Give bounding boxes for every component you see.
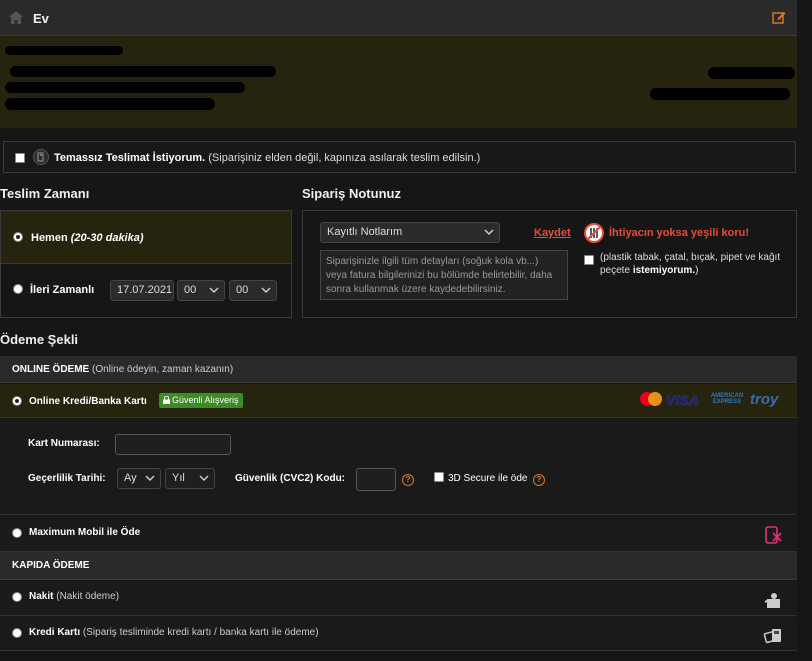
green-option-text: (plastik tabak, çatal, bıçak, pipet ve k… bbox=[600, 251, 790, 277]
online-payment-header: ONLINE ÖDEME (Online ödeyin, zaman kazan… bbox=[0, 356, 797, 383]
no-cutlery-checkbox[interactable] bbox=[584, 255, 594, 265]
delivery-now-radio[interactable] bbox=[13, 232, 23, 242]
card-form: Kart Numarası: Geçerlilik Tarihi: Ay Yıl… bbox=[0, 418, 797, 515]
door-payment-title: KAPIDA ÖDEME bbox=[12, 560, 90, 571]
redacted-text bbox=[5, 82, 245, 93]
address-header: Ev bbox=[0, 0, 797, 36]
cash-radio[interactable] bbox=[12, 592, 22, 602]
expiry-month-select[interactable]: Ay bbox=[117, 468, 161, 489]
saved-notes-select[interactable]: Kayıtlı Notlarım bbox=[320, 222, 500, 243]
door-payment-header: KAPIDA ÖDEME bbox=[0, 552, 797, 580]
credit-card-door-label: Kredi Kartı (Sipariş tesliminde kredi ka… bbox=[29, 627, 319, 638]
maximum-mobile-option[interactable]: Maximum Mobil ile Öde bbox=[0, 516, 797, 552]
cash-option[interactable]: Nakit (Nakit ödeme) bbox=[0, 581, 797, 616]
delivery-hour-value: 00 bbox=[184, 284, 197, 296]
secure3d-checkbox[interactable] bbox=[434, 472, 444, 482]
save-note-button[interactable]: Kaydet bbox=[534, 227, 571, 239]
lock-icon bbox=[163, 396, 170, 404]
credit-card-door-option[interactable]: Kredi Kartı (Sipariş tesliminde kredi ka… bbox=[0, 617, 797, 651]
delivery-later-radio[interactable] bbox=[13, 284, 23, 294]
maximum-mobile-label: Maximum Mobil ile Öde bbox=[29, 527, 141, 538]
pos-terminal-icon bbox=[763, 629, 781, 644]
delivery-minute-select[interactable]: 00 bbox=[229, 280, 277, 301]
card-number-input[interactable] bbox=[115, 434, 231, 455]
saved-notes-value: Kayıtlı Notlarım bbox=[327, 226, 403, 238]
troy-logo: troy bbox=[750, 391, 779, 408]
secure-shopping-badge: Güvenli Alışveriş bbox=[159, 393, 243, 408]
order-note-heading: Sipariş Notunuz bbox=[302, 186, 401, 201]
redacted-text bbox=[650, 88, 790, 100]
redacted-text bbox=[5, 46, 123, 55]
order-note-box: Kayıtlı Notlarım Kaydet Siparişinizle il… bbox=[302, 210, 797, 318]
delivery-date-input[interactable]: 17.07.2021 bbox=[110, 280, 174, 301]
card-number-label: Kart Numarası: bbox=[28, 438, 100, 449]
cash-title: Nakit bbox=[29, 591, 54, 602]
delivery-now-row[interactable]: Hemen (20-30 dakika) bbox=[1, 211, 291, 264]
cash-note: (Nakit ödeme) bbox=[56, 591, 120, 602]
contactless-delivery-row: Temassız Teslimat İstiyorum. (Siparişini… bbox=[3, 141, 796, 173]
credit-card-title: Kredi Kartı bbox=[29, 627, 81, 638]
delivery-heading: Teslim Zamanı bbox=[0, 186, 90, 201]
cvc-input[interactable] bbox=[356, 468, 396, 491]
credit-card-note: (Sipariş tesliminde kredi kartı / banka … bbox=[82, 627, 319, 638]
cvc-help-icon[interactable]: ? bbox=[402, 474, 414, 486]
amex-logo: AMERICAN EXPRESS bbox=[710, 393, 744, 405]
cvc-label: Güvenlik (CVC2) Kodu: bbox=[235, 473, 346, 484]
chevron-down-icon bbox=[261, 287, 271, 294]
cash-icon bbox=[764, 593, 780, 608]
delivery-later-label: İleri Zamanlı bbox=[30, 284, 94, 296]
no-plastic-icon bbox=[584, 223, 604, 243]
order-note-textarea[interactable]: Siparişinizle ilgili tüm detayları (soğu… bbox=[320, 250, 568, 300]
payment-heading: Ödeme Şekli bbox=[0, 332, 79, 347]
contactless-text: Temassız Teslimat İstiyorum. (Siparişini… bbox=[54, 152, 480, 164]
online-payment-note: (Online ödeyin, zaman kazanın) bbox=[92, 364, 234, 375]
maximum-mobile-icon bbox=[765, 526, 782, 544]
delivery-hour-select[interactable]: 00 bbox=[177, 280, 225, 301]
mastercard-icon bbox=[640, 392, 662, 406]
secure3d-help-icon[interactable]: ? bbox=[533, 474, 545, 486]
maximum-mobile-radio[interactable] bbox=[12, 528, 22, 538]
address-details bbox=[0, 36, 797, 128]
chevron-down-icon bbox=[199, 475, 209, 482]
delivery-minute-value: 00 bbox=[236, 284, 249, 296]
chevron-down-icon bbox=[209, 287, 219, 294]
green-text-bold: istemiyorum. bbox=[632, 265, 696, 276]
online-card-radio[interactable] bbox=[12, 396, 22, 406]
visa-logo: VISA bbox=[666, 392, 699, 408]
delivery-now-text: Hemen bbox=[31, 232, 68, 244]
redacted-text bbox=[10, 66, 276, 77]
checkout-page: Ev Temassız Teslimat İstiyorum. (Sipariş… bbox=[0, 0, 812, 661]
secure-badge-text: Güvenli Alışveriş bbox=[172, 395, 239, 405]
contactless-icon bbox=[33, 149, 49, 165]
secure3d-label: 3D Secure ile öde bbox=[448, 473, 528, 484]
contactless-description: (Siparişiniz elden değil, kapınıza asıla… bbox=[208, 152, 481, 164]
delivery-time-box: Hemen (20-30 dakika) İleri Zamanlı 17.07… bbox=[0, 210, 292, 318]
credit-card-door-radio[interactable] bbox=[12, 628, 22, 638]
home-icon bbox=[9, 11, 23, 24]
green-text-suffix: ) bbox=[695, 265, 699, 276]
contactless-title: Temassız Teslimat İstiyorum. bbox=[54, 152, 206, 164]
edit-icon[interactable] bbox=[772, 10, 786, 24]
redacted-text bbox=[5, 98, 215, 110]
delivery-date-value: 17.07.2021 bbox=[117, 284, 173, 296]
cash-label: Nakit (Nakit ödeme) bbox=[29, 591, 119, 602]
chevron-down-icon bbox=[484, 229, 494, 236]
green-option-title: İhtiyacın yoksa yeşili koru! bbox=[609, 227, 750, 239]
delivery-now-detail: (20-30 dakika) bbox=[70, 232, 144, 244]
online-card-label: Online Kredi/Banka Kartı bbox=[29, 396, 147, 407]
contactless-checkbox[interactable] bbox=[15, 153, 25, 163]
delivery-now-label: Hemen (20-30 dakika) bbox=[31, 232, 144, 244]
expiry-month-value: Ay bbox=[124, 472, 137, 484]
expiry-label: Geçerlilik Tarihi: bbox=[28, 473, 106, 484]
delivery-later-text: İleri Zamanlı bbox=[30, 284, 95, 296]
address-title: Ev bbox=[33, 11, 49, 26]
redacted-text bbox=[708, 67, 795, 79]
chevron-down-icon bbox=[145, 475, 155, 482]
expiry-year-select[interactable]: Yıl bbox=[165, 468, 215, 489]
expiry-year-value: Yıl bbox=[172, 472, 185, 484]
online-card-option[interactable]: Online Kredi/Banka Kartı Güvenli Alışver… bbox=[0, 384, 797, 418]
online-payment-title: ONLINE ÖDEME bbox=[12, 364, 90, 375]
